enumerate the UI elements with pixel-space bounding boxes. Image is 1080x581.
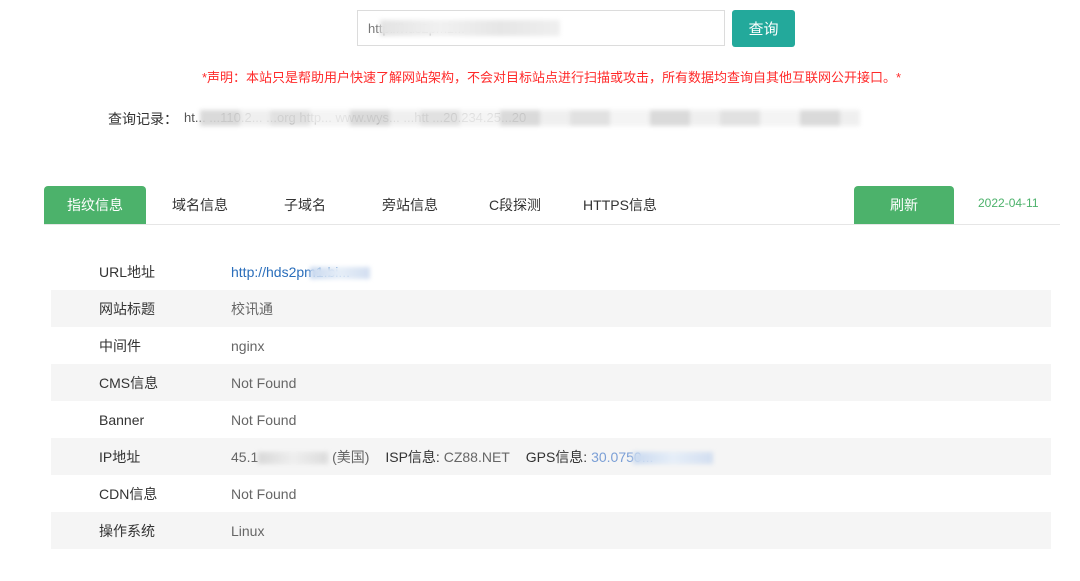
redacted-gps [633,451,714,464]
disclaimer-text: *声明：本站只是帮助用户快速了解网站架构，不会对目标站点进行扫描或攻击，所有数据… [201,70,902,85]
row-key: 操作系统 [99,522,155,539]
table-row-banner: Banner Not Found [51,401,1051,438]
site-title-value: 校讯通 [231,300,273,317]
table-row-middleware: 中间件 nginx [51,327,1051,364]
table-row-title: 网站标题 校讯通 [51,290,1051,327]
row-key: CMS信息 [99,374,159,391]
gps-label: GPS信息: [525,448,588,465]
isp-label: ISP信息: [385,448,440,465]
banner-value: Not Found [231,411,297,428]
tab-https-info[interactable]: HTTPS信息 [574,186,666,224]
table-row-os: 操作系统 Linux [51,512,1051,549]
row-key: 网站标题 [99,300,155,317]
tab-c-segment[interactable]: C段探测 [478,186,552,224]
update-date: 2022-04-11 [978,196,1039,210]
refresh-button[interactable]: 刷新 [854,186,954,224]
url-search-input[interactable] [357,10,725,46]
table-row-cms: CMS信息 Not Found [51,364,1051,401]
row-key: 中间件 [99,337,141,354]
redacted-url [310,266,371,279]
tabs-divider [44,224,1060,225]
row-key: URL地址 [99,263,156,280]
ip-value: 45.1 [231,448,259,465]
table-row-url: URL地址 http://hds2pm1.bi... [51,253,1051,290]
row-key: CDN信息 [99,485,158,502]
tab-fingerprint[interactable]: 指纹信息 [44,186,146,224]
url-link[interactable]: http://hds2pm1.bi... [231,264,371,280]
ip-info: 45.1 (美国) ISP信息: CZ88.NET GPS信息: 30.0750… [231,447,714,467]
query-history-links[interactable]: ht... ...110.2... ...org http... www.wys… [184,110,884,125]
tab-domain-info[interactable]: 域名信息 [160,186,240,224]
table-row-cdn: CDN信息 Not Found [51,475,1051,512]
table-row-ip: IP地址 45.1 (美国) ISP信息: CZ88.NET GPS信息: 30… [51,438,1051,475]
row-key: Banner [99,411,145,428]
redacted-ip [258,451,329,464]
tab-sibling-sites[interactable]: 旁站信息 [370,186,450,224]
cdn-value: Not Found [231,485,297,502]
row-key: IP地址 [99,448,141,465]
cms-value: Not Found [231,374,297,391]
os-value: Linux [231,522,265,539]
middleware-value: nginx [231,337,265,354]
isp-value: CZ88.NET [443,448,510,465]
query-history-label: 查询记录： [108,111,178,127]
tab-subdomain[interactable]: 子域名 [270,186,340,224]
fingerprint-table: URL地址 http://hds2pm1.bi... 网站标题 校讯通 中间件 … [51,253,1051,549]
ip-country: (美国) [332,448,370,465]
query-button[interactable]: 查询 [732,10,795,47]
